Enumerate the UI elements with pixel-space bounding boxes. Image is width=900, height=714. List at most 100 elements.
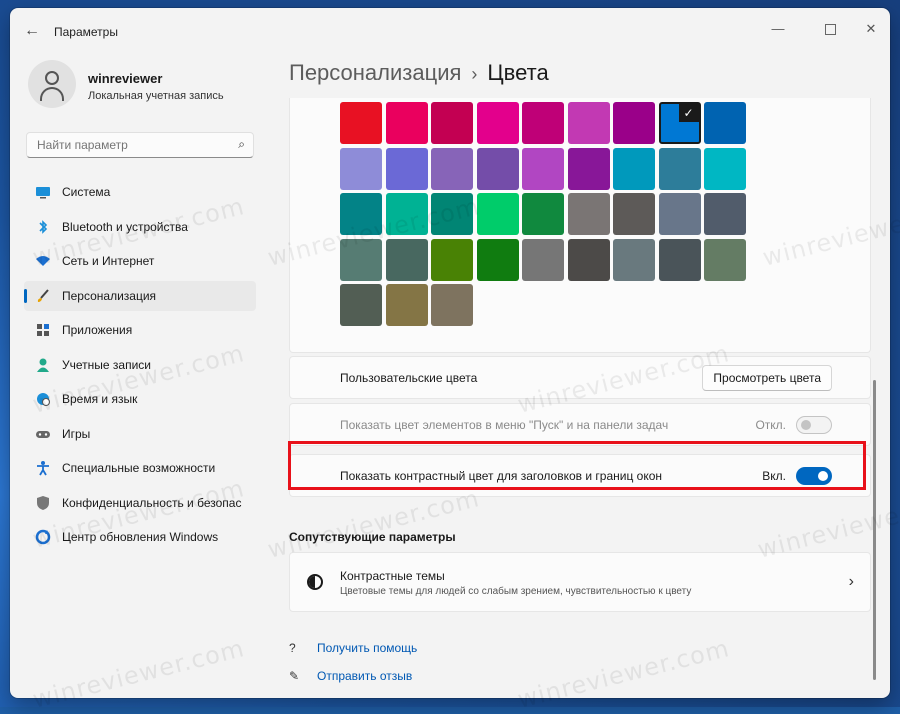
update-icon [35, 529, 51, 545]
search-icon[interactable]: ⌕ [238, 137, 245, 152]
accent-color-swatch[interactable] [613, 238, 655, 281]
start-taskbar-color-toggle[interactable] [796, 416, 832, 434]
sidebar-item-windows-update[interactable]: Центр обновления Windows [24, 522, 256, 552]
accent-color-swatch[interactable] [385, 284, 428, 326]
accent-color-swatch[interactable] [613, 193, 655, 235]
accent-color-swatch[interactable] [340, 284, 382, 326]
accent-color-swatch[interactable] [340, 238, 382, 281]
accent-color-swatch[interactable] [567, 238, 610, 281]
accent-color-swatch[interactable] [613, 147, 655, 190]
sidebar-item-label: Специальные возможности [62, 461, 216, 475]
wifi-icon [35, 253, 51, 269]
sidebar-item-label: Bluetooth и устройства [62, 219, 188, 234]
get-help-text: Получить помощь [317, 641, 418, 655]
avatar-head-shape [45, 71, 59, 85]
checkmark-icon: ✓ [678, 104, 699, 122]
accent-color-swatch[interactable] [340, 147, 382, 190]
globe-clock-icon [35, 391, 51, 407]
search-input[interactable] [35, 137, 229, 153]
accessibility-icon [35, 460, 51, 476]
sidebar-nav: Система Bluetooth и устройства Сеть и Ин… [24, 177, 256, 557]
monitor-icon [35, 184, 51, 200]
accent-color-swatch[interactable] [522, 193, 564, 235]
user-name: winreviewer [88, 71, 163, 86]
close-icon: ✕ [865, 21, 877, 36]
accent-color-swatch[interactable] [385, 193, 428, 235]
arrow-left-icon: ← [24, 22, 40, 39]
accent-color-swatch[interactable] [522, 147, 564, 190]
content-scrollbar[interactable] [873, 380, 876, 680]
start-taskbar-color-row: Показать цвет элементов в меню "Пуск" и … [289, 403, 871, 446]
feedback-icon: ✎ [289, 669, 300, 683]
get-help-link[interactable]: ? Получить помощь [289, 641, 417, 655]
accent-color-swatch[interactable] [431, 147, 473, 190]
sidebar-item-label: Персонализация [62, 288, 157, 303]
search-box[interactable]: ⌕ [26, 132, 254, 158]
title-bars-color-row: Показать контрастный цвет для заголовков… [289, 454, 871, 497]
title-bars-color-toggle[interactable] [796, 467, 832, 485]
accent-color-swatch[interactable] [704, 147, 746, 190]
sidebar-item-gaming[interactable]: Игры [24, 419, 256, 449]
accent-color-swatch[interactable] [658, 238, 701, 281]
accent-color-swatch[interactable] [340, 193, 382, 235]
accent-color-swatch[interactable] [658, 147, 701, 190]
breadcrumb: Персонализация › Цвета [289, 60, 549, 86]
sidebar-item-label: Конфиденциальность и безопас [62, 495, 242, 510]
sidebar-item-privacy[interactable]: Конфиденциальность и безопас [24, 488, 256, 518]
send-feedback-link[interactable]: ✎ Отправить отзыв [289, 669, 412, 683]
accent-color-swatch[interactable] [476, 238, 519, 281]
maximize-button[interactable] [807, 14, 853, 44]
accent-color-swatch[interactable] [704, 102, 746, 144]
accent-color-swatch[interactable] [567, 193, 610, 235]
close-button[interactable]: ✕ [848, 14, 890, 44]
sidebar-item-time-language[interactable]: Время и язык [24, 384, 256, 414]
accent-color-swatch[interactable] [476, 102, 519, 144]
accent-color-swatch[interactable] [340, 102, 382, 144]
sidebar-item-accounts[interactable]: Учетные записи [24, 350, 256, 380]
content-area: ✓ Пользовательские цвета Просмотреть цве… [289, 98, 871, 698]
accent-color-swatch[interactable] [704, 238, 746, 281]
contrast-themes-link[interactable]: Контрастные темы Цветовые темы для людей… [289, 552, 871, 612]
accent-color-swatch[interactable] [567, 102, 610, 144]
start-taskbar-color-label: Показать цвет элементов в меню "Пуск" и … [340, 418, 669, 432]
contrast-themes-title: Контрастные темы [340, 569, 445, 583]
page-title: Цвета [487, 60, 549, 85]
accent-color-swatch[interactable] [567, 147, 610, 190]
accent-color-swatch[interactable] [704, 193, 746, 235]
accent-color-swatch[interactable] [613, 102, 655, 144]
accent-color-swatch[interactable]: ✓ [658, 102, 701, 144]
accent-color-swatch[interactable] [522, 102, 564, 144]
sidebar-item-label: Учетные записи [62, 357, 151, 372]
title-bars-color-label: Показать контрастный цвет для заголовков… [340, 469, 663, 483]
related-settings-heading: Сопутствующие параметры [289, 530, 456, 544]
gamepad-icon [35, 426, 51, 442]
toggle-state-text: Откл. [755, 418, 786, 432]
accent-color-swatch[interactable] [385, 102, 428, 144]
accent-color-swatch[interactable] [522, 238, 564, 281]
minimize-button[interactable]: — [755, 14, 801, 44]
sidebar-item-system[interactable]: Система [24, 177, 256, 207]
accent-color-swatch[interactable] [658, 193, 701, 235]
toggle-state-text: Вкл. [762, 469, 786, 483]
contrast-themes-subtitle: Цветовые темы для людей со слабым зрение… [340, 586, 692, 597]
accent-color-swatch[interactable] [385, 238, 428, 281]
sidebar-item-accessibility[interactable]: Специальные возможности [24, 453, 256, 483]
sidebar-item-label: Игры [62, 426, 91, 441]
accent-color-swatch[interactable] [385, 147, 428, 190]
view-colors-button[interactable]: Просмотреть цвета [702, 365, 832, 391]
person-icon [35, 357, 51, 373]
accent-color-swatch[interactable] [431, 102, 473, 144]
accent-color-swatch[interactable] [431, 238, 473, 281]
bluetooth-icon [35, 219, 51, 235]
accent-color-swatch[interactable] [431, 193, 473, 235]
back-button[interactable]: ← [20, 20, 44, 42]
breadcrumb-parent[interactable]: Персонализация [289, 60, 461, 85]
sidebar-item-network[interactable]: Сеть и Интернет [24, 246, 256, 276]
accent-color-swatch[interactable] [476, 193, 519, 235]
accent-color-swatch[interactable] [431, 284, 473, 326]
custom-colors-label: Пользовательские цвета [340, 371, 478, 385]
sidebar-item-apps[interactable]: Приложения [24, 315, 256, 345]
sidebar-item-bluetooth[interactable]: Bluetooth и устройства [24, 212, 256, 242]
sidebar-item-personalization[interactable]: Персонализация [24, 280, 256, 311]
accent-color-swatch[interactable] [476, 147, 519, 190]
